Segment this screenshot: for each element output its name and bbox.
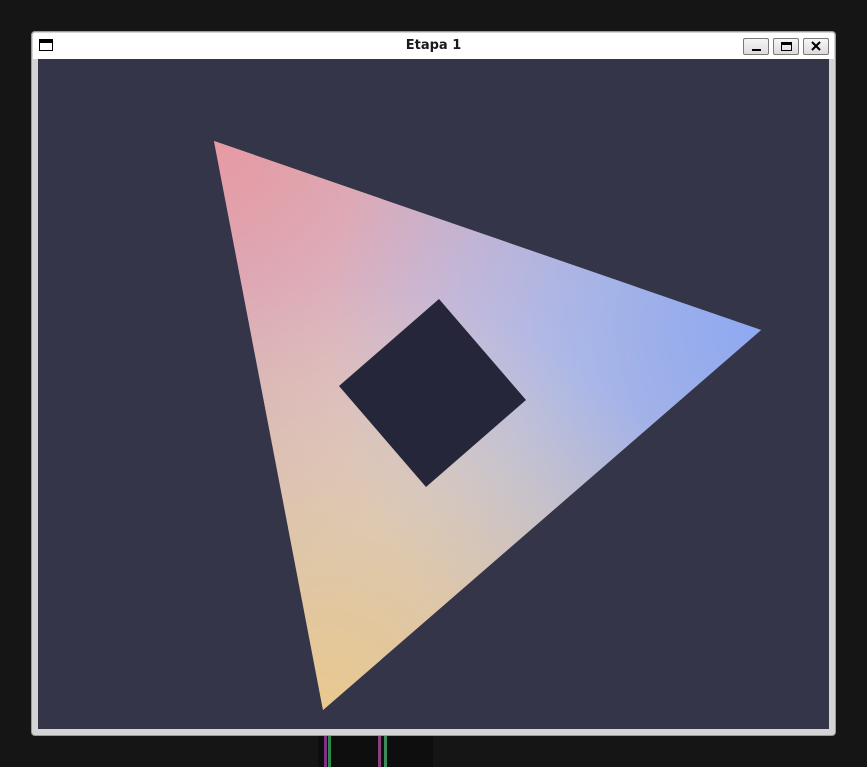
window-title: Etapa 1 [405,38,462,53]
minimize-button[interactable] [743,38,769,55]
desktop-background: Etapa 1 [0,0,867,767]
close-button[interactable] [803,38,829,55]
maximize-icon [781,42,792,51]
window-icon[interactable] [39,39,53,51]
render-canvas[interactable] [38,59,829,729]
scene [214,141,761,710]
minimize-icon [752,49,761,51]
app-window[interactable]: Etapa 1 [32,32,835,735]
title-bar[interactable]: Etapa 1 [33,33,834,59]
close-icon [811,41,821,51]
maximize-button[interactable] [773,38,799,55]
background-window-fragment [318,734,433,767]
